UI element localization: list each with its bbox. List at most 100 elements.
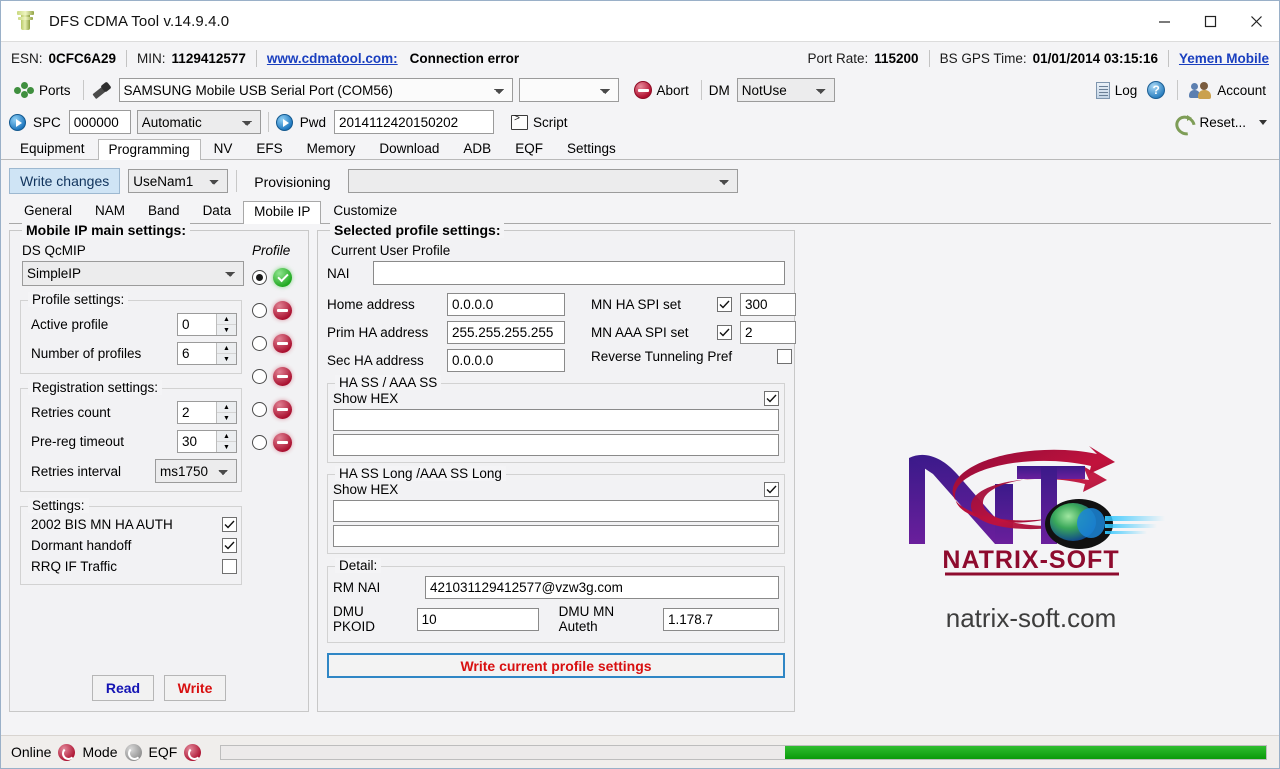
stepper-down-icon[interactable]: ▼ <box>217 413 236 423</box>
subtab-data[interactable]: Data <box>192 200 243 223</box>
ds-qcmip-select[interactable]: SimpleIP <box>22 261 244 286</box>
eqf-refresh-icon[interactable] <box>184 743 202 761</box>
subtab-mobile-ip[interactable]: Mobile IP <box>243 201 322 224</box>
tab-nv[interactable]: NV <box>203 138 244 159</box>
dmu-mn-auteth-input[interactable] <box>663 607 779 631</box>
dmu-pkoid-input[interactable] <box>416 607 539 631</box>
close-icon[interactable] <box>1233 1 1279 41</box>
number-of-profiles-input[interactable] <box>178 343 216 364</box>
ha-ss-long-show-hex-checkbox[interactable] <box>764 482 779 497</box>
retries-interval-select[interactable]: ms1750 <box>155 459 237 483</box>
ports-button[interactable]: Ports <box>9 80 76 100</box>
spc-send-icon[interactable] <box>9 113 26 131</box>
provisioning-tab[interactable]: Provisioning <box>245 168 340 194</box>
stepper-buttons[interactable]: ▲ ▼ <box>216 431 236 452</box>
profile-radio-4[interactable] <box>252 402 267 417</box>
dm-select[interactable]: NotUse <box>736 78 835 102</box>
connect-plug-icon[interactable] <box>91 81 111 99</box>
reset-chevron-down-icon[interactable] <box>1259 119 1267 125</box>
ha-ss-input-1[interactable] <box>333 409 779 431</box>
stepper-down-icon[interactable]: ▼ <box>217 325 236 335</box>
ha-ss-show-hex-checkbox[interactable] <box>764 391 779 406</box>
tab-download[interactable]: Download <box>368 138 450 159</box>
profile-row-4[interactable] <box>244 400 300 419</box>
maximize-icon[interactable] <box>1187 1 1233 41</box>
profile-row-2[interactable] <box>244 334 300 353</box>
mn-ha-spi-input[interactable] <box>740 293 796 316</box>
rrq-if-traffic-checkbox[interactable] <box>222 559 237 574</box>
profile-radio-1[interactable] <box>252 303 267 318</box>
stepper-up-icon[interactable]: ▲ <box>217 314 236 325</box>
stepper-up-icon[interactable]: ▲ <box>217 431 236 442</box>
script-button[interactable]: Script <box>506 113 573 132</box>
tab-eqf[interactable]: EQF <box>504 138 554 159</box>
bis-mn-ha-auth-checkbox[interactable] <box>222 517 237 532</box>
spc-input[interactable] <box>68 110 131 134</box>
stepper-buttons[interactable]: ▲ ▼ <box>216 314 236 335</box>
log-button[interactable]: Log <box>1091 80 1143 101</box>
reverse-tunneling-checkbox[interactable] <box>777 349 792 364</box>
tab-adb[interactable]: ADB <box>452 138 502 159</box>
stepper-down-icon[interactable]: ▼ <box>217 354 236 364</box>
retries-count-input[interactable] <box>178 402 216 423</box>
account-button[interactable]: Account <box>1185 80 1271 101</box>
write-button[interactable]: Write <box>164 675 226 701</box>
home-address-input[interactable] <box>447 293 565 316</box>
profile-radio-5[interactable] <box>252 435 267 450</box>
active-profile-input[interactable] <box>178 314 216 335</box>
mn-aaa-spi-input[interactable] <box>740 321 796 344</box>
online-refresh-icon[interactable] <box>58 743 76 761</box>
nam-select[interactable]: UseNam1 <box>128 169 229 193</box>
stepper-buttons[interactable]: ▲ ▼ <box>216 402 236 423</box>
cdmatool-site-link[interactable]: www.cdmatool.com: <box>267 51 398 66</box>
tab-equipment[interactable]: Equipment <box>9 138 96 159</box>
pwd-send-icon[interactable] <box>275 113 293 131</box>
profile-radio-2[interactable] <box>252 336 267 351</box>
mn-ha-spi-checkbox[interactable] <box>717 297 732 312</box>
nai-input[interactable] <box>373 261 785 285</box>
write-current-profile-button[interactable]: Write current profile settings <box>327 653 785 678</box>
subtab-band[interactable]: Band <box>137 200 191 223</box>
mn-aaa-spi-checkbox[interactable] <box>717 325 732 340</box>
pwd-input[interactable] <box>334 110 495 134</box>
sec-ha-address-input[interactable] <box>447 349 565 372</box>
prim-ha-address-input[interactable] <box>447 321 565 344</box>
ha-ss-input-2[interactable] <box>333 434 779 456</box>
profile-radio-3[interactable] <box>252 369 267 384</box>
mode-refresh-icon[interactable] <box>124 743 142 761</box>
profile-row-5[interactable] <box>244 433 300 452</box>
tab-settings[interactable]: Settings <box>556 138 627 159</box>
ha-ss-long-input-2[interactable] <box>333 525 779 547</box>
reset-button[interactable]: Reset... <box>1169 112 1251 133</box>
stepper-down-icon[interactable]: ▼ <box>217 442 236 452</box>
subtab-general[interactable]: General <box>13 200 83 223</box>
tab-programming[interactable]: Programming <box>97 139 201 160</box>
retries-count-stepper[interactable]: ▲▼ <box>177 401 237 424</box>
provisioning-select[interactable] <box>347 169 738 193</box>
profile-row-1[interactable] <box>244 301 300 320</box>
number-of-profiles-stepper[interactable]: ▲▼ <box>177 342 237 365</box>
tab-memory[interactable]: Memory <box>296 138 367 159</box>
prereg-timeout-input[interactable] <box>178 431 216 452</box>
abort-button[interactable]: Abort <box>629 79 694 101</box>
profile-row-3[interactable] <box>244 367 300 386</box>
read-button[interactable]: Read <box>92 675 154 701</box>
subtab-customize[interactable]: Customize <box>322 200 408 223</box>
dormant-handoff-checkbox[interactable] <box>222 538 237 553</box>
stepper-up-icon[interactable]: ▲ <box>217 343 236 354</box>
help-button[interactable]: ? <box>1142 79 1170 101</box>
rm-nai-input[interactable] <box>425 576 779 599</box>
stepper-buttons[interactable]: ▲ ▼ <box>216 343 236 364</box>
active-profile-stepper[interactable]: ▲▼ <box>177 313 237 336</box>
subtab-nam[interactable]: NAM <box>84 200 136 223</box>
tab-efs[interactable]: EFS <box>245 138 293 159</box>
write-changes-button[interactable]: Write changes <box>9 168 121 194</box>
prereg-timeout-stepper[interactable]: ▲▼ <box>177 430 237 453</box>
secondary-port-select[interactable] <box>518 78 619 102</box>
port-select[interactable]: SAMSUNG Mobile USB Serial Port (COM56) <box>118 78 513 102</box>
spc-mode-select[interactable]: Automatic <box>136 110 261 134</box>
profile-radio-0[interactable] <box>252 270 267 285</box>
carrier-link[interactable]: Yemen Mobile <box>1179 51 1269 66</box>
profile-row-0[interactable] <box>244 268 300 287</box>
stepper-up-icon[interactable]: ▲ <box>217 402 236 413</box>
